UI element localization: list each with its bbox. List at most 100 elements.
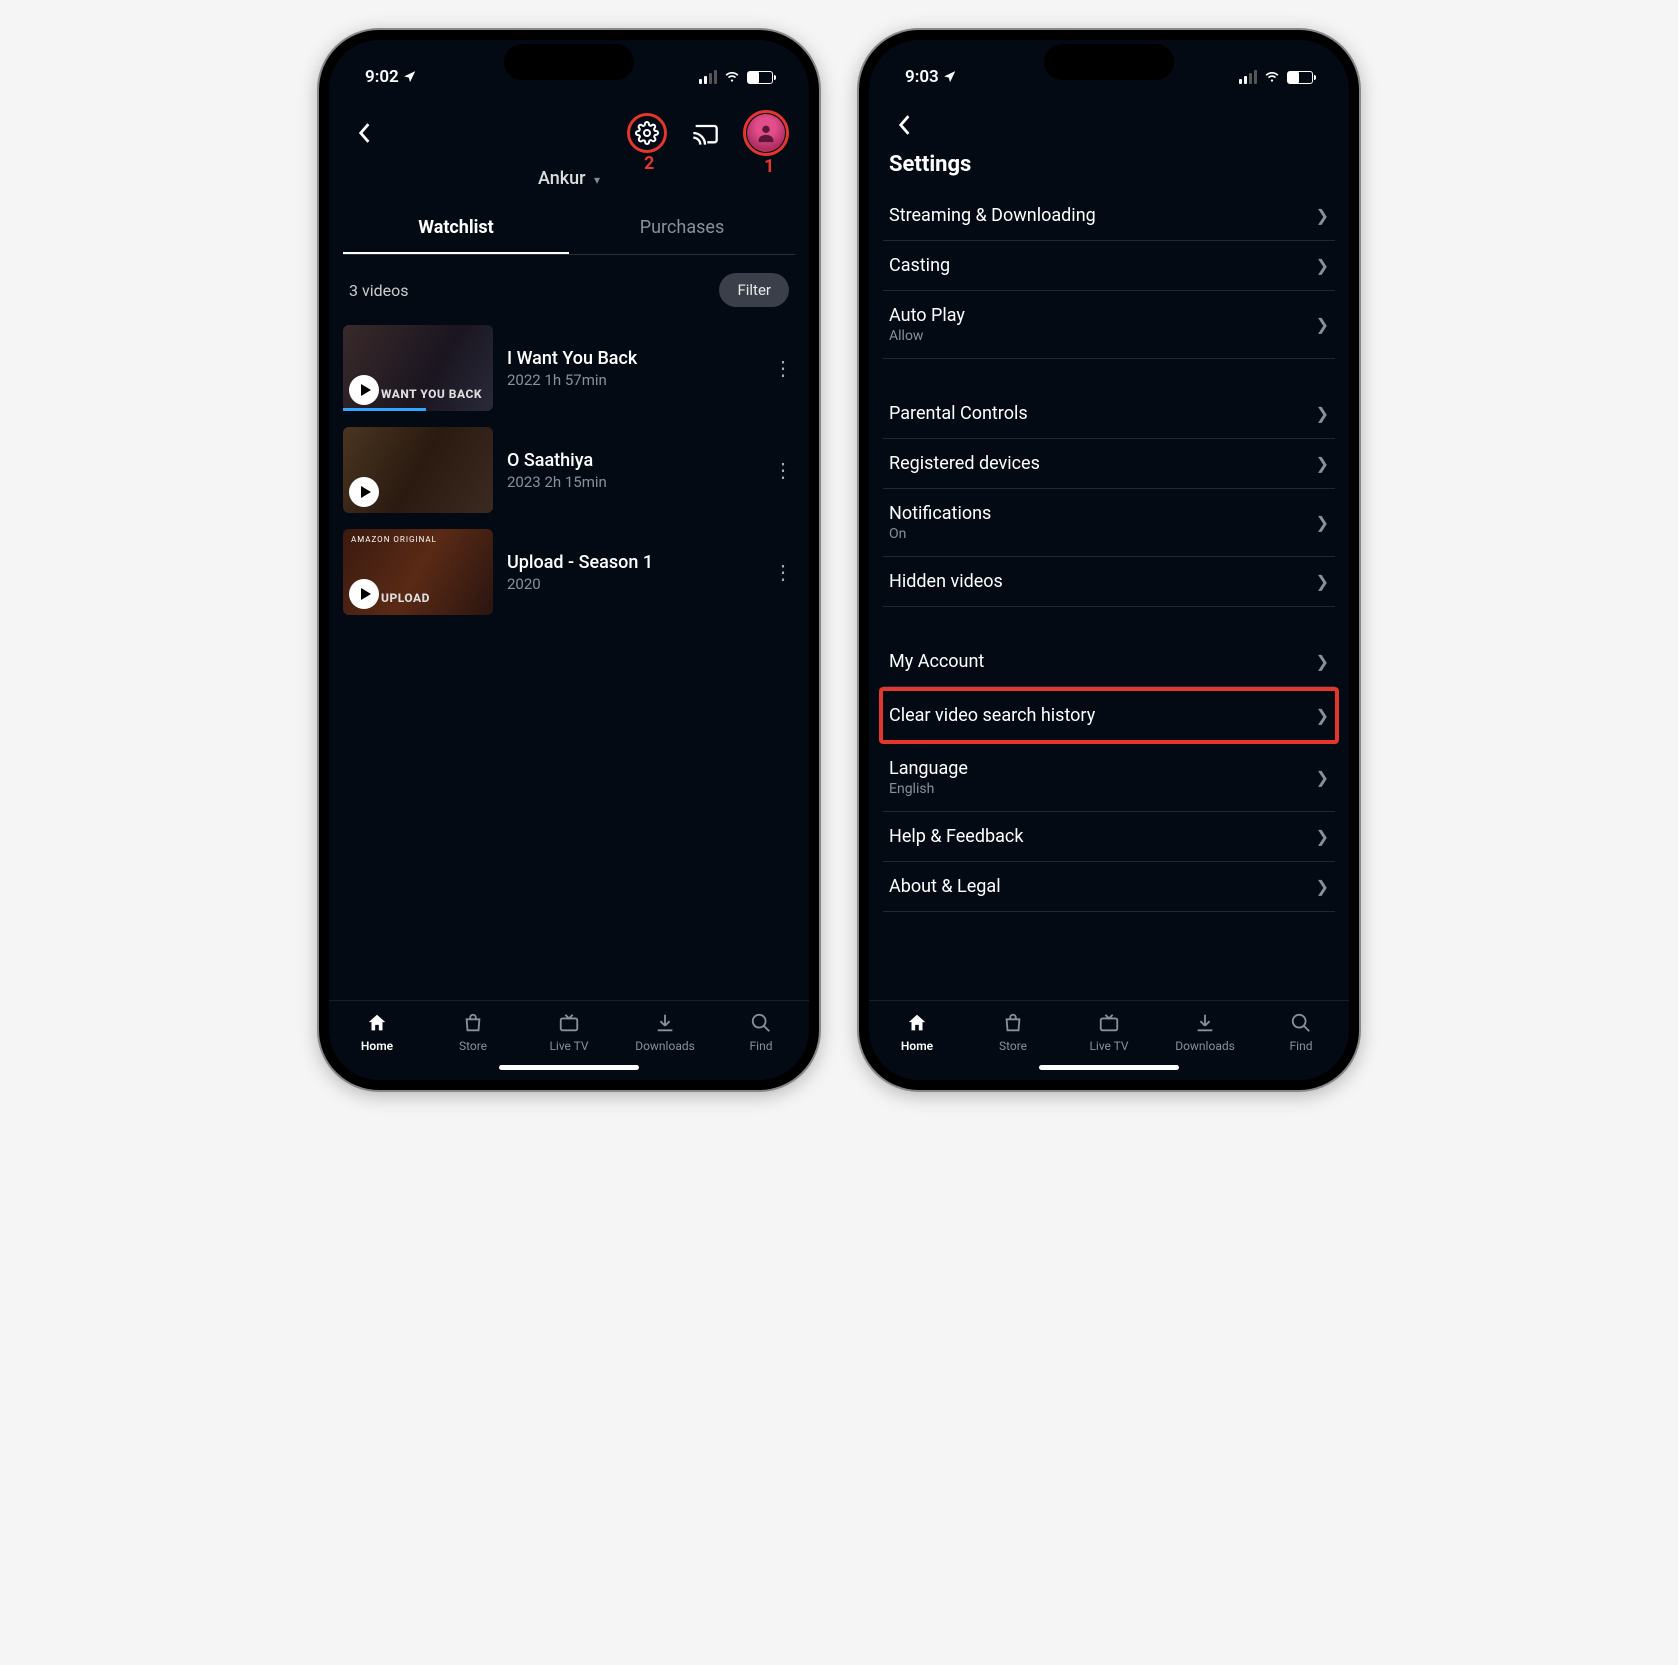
- chevron-down-icon: ▾: [594, 173, 600, 187]
- setting-label: Notifications: [889, 503, 991, 524]
- profile-avatar-button[interactable]: 1: [743, 110, 789, 156]
- tab-label: Find: [1290, 1039, 1313, 1053]
- setting-registered-devices[interactable]: Registered devices ❯: [883, 439, 1335, 489]
- video-title: I Want You Back: [507, 348, 757, 369]
- setting-clear-search-history[interactable]: Clear video search history ❯: [883, 691, 1335, 740]
- search-icon: [1289, 1011, 1313, 1035]
- play-icon[interactable]: [349, 477, 379, 507]
- video-meta: 2023 2h 15min: [507, 473, 757, 491]
- chevron-right-icon: ❯: [1316, 768, 1329, 787]
- status-time: 9:03: [905, 67, 939, 87]
- tab-label: Live TV: [549, 1039, 588, 1053]
- setting-value: English: [889, 781, 968, 797]
- setting-autoplay[interactable]: Auto Play Allow ❯: [883, 291, 1335, 359]
- setting-parental-controls[interactable]: Parental Controls ❯: [883, 389, 1335, 439]
- setting-value: Allow: [889, 328, 965, 344]
- bottom-tab-bar: Home Store Live TV Downloads Find: [869, 1000, 1349, 1059]
- video-title: Upload - Season 1: [507, 552, 757, 573]
- tab-store[interactable]: Store: [425, 1011, 521, 1053]
- chevron-right-icon: ❯: [1316, 706, 1329, 725]
- setting-hidden-videos[interactable]: Hidden videos ❯: [883, 557, 1335, 607]
- more-options-button[interactable]: ⋮: [771, 356, 795, 380]
- home-icon: [905, 1011, 929, 1035]
- tab-label: Live TV: [1089, 1039, 1128, 1053]
- home-indicator[interactable]: [499, 1065, 639, 1070]
- video-item[interactable]: WANT YOU BACK I Want You Back 2022 1h 57…: [329, 317, 809, 419]
- tab-find[interactable]: Find: [1253, 1011, 1349, 1053]
- tab-home[interactable]: Home: [329, 1011, 425, 1053]
- setting-label: Registered devices: [889, 453, 1040, 474]
- filter-button[interactable]: Filter: [719, 273, 789, 307]
- list-header: 3 videos Filter: [329, 255, 809, 317]
- back-button[interactable]: [889, 110, 919, 140]
- video-thumbnail[interactable]: WANT YOU BACK: [343, 325, 493, 411]
- video-item[interactable]: AMAZON ORIGINAL UPLOAD Upload - Season 1…: [329, 521, 809, 623]
- back-button[interactable]: [349, 118, 379, 148]
- video-item[interactable]: O Saathiya 2023 2h 15min ⋮: [329, 419, 809, 521]
- phone-left: 9:02 2: [319, 30, 819, 1090]
- search-icon: [749, 1011, 773, 1035]
- tab-label: Store: [459, 1039, 487, 1053]
- tab-livetv[interactable]: Live TV: [521, 1011, 617, 1053]
- library-tabs: Watchlist Purchases: [343, 203, 795, 255]
- setting-label: Hidden videos: [889, 571, 1003, 592]
- tab-livetv[interactable]: Live TV: [1061, 1011, 1157, 1053]
- setting-language[interactable]: Language English ❯: [883, 744, 1335, 812]
- chevron-right-icon: ❯: [1316, 827, 1329, 846]
- tab-purchases[interactable]: Purchases: [569, 203, 795, 254]
- chevron-right-icon: ❯: [1316, 256, 1329, 275]
- tab-label: Downloads: [1175, 1039, 1235, 1053]
- more-options-button[interactable]: ⋮: [771, 560, 795, 584]
- cellular-icon: [699, 70, 717, 84]
- setting-casting[interactable]: Casting ❯: [883, 241, 1335, 291]
- app-header: [869, 96, 1349, 148]
- annotation-2: 2: [644, 153, 654, 174]
- annotation-1: 1: [764, 156, 774, 177]
- setting-streaming-downloading[interactable]: Streaming & Downloading ❯: [883, 191, 1335, 241]
- setting-about-legal[interactable]: About & Legal ❯: [883, 862, 1335, 912]
- tab-store[interactable]: Store: [965, 1011, 1061, 1053]
- video-meta: 2022 1h 57min: [507, 371, 757, 389]
- home-indicator[interactable]: [1039, 1065, 1179, 1070]
- setting-value: On: [889, 526, 991, 542]
- tab-label: Home: [361, 1039, 393, 1053]
- tab-label: Find: [750, 1039, 773, 1053]
- play-icon[interactable]: [349, 579, 379, 609]
- tab-home[interactable]: Home: [869, 1011, 965, 1053]
- home-icon: [365, 1011, 389, 1035]
- location-icon: [403, 70, 417, 84]
- chevron-right-icon: ❯: [1316, 652, 1329, 671]
- phone-right: 9:03 Settings Streaming & Downloading: [859, 30, 1359, 1090]
- setting-my-account[interactable]: My Account ❯: [883, 637, 1335, 687]
- setting-label: Casting: [889, 255, 950, 276]
- page-title: Settings: [869, 148, 1349, 191]
- dynamic-island: [504, 44, 634, 80]
- settings-button[interactable]: 2: [627, 113, 667, 153]
- chevron-right-icon: ❯: [1316, 572, 1329, 591]
- bag-icon: [1001, 1011, 1025, 1035]
- setting-label: Help & Feedback: [889, 826, 1023, 847]
- cast-button[interactable]: [685, 113, 725, 153]
- cellular-icon: [1239, 70, 1257, 84]
- tv-icon: [1097, 1011, 1121, 1035]
- tab-downloads[interactable]: Downloads: [1157, 1011, 1253, 1053]
- video-thumbnail[interactable]: [343, 427, 493, 513]
- tab-downloads[interactable]: Downloads: [617, 1011, 713, 1053]
- bag-icon: [461, 1011, 485, 1035]
- avatar-icon: [747, 114, 785, 152]
- bottom-tab-bar: Home Store Live TV Downloads Find: [329, 1000, 809, 1059]
- battery-icon: [1287, 71, 1313, 84]
- play-icon[interactable]: [349, 375, 379, 405]
- setting-notifications[interactable]: Notifications On ❯: [883, 489, 1335, 557]
- tab-watchlist[interactable]: Watchlist: [343, 203, 569, 254]
- more-options-button[interactable]: ⋮: [771, 458, 795, 482]
- video-thumbnail[interactable]: AMAZON ORIGINAL UPLOAD: [343, 529, 493, 615]
- setting-help-feedback[interactable]: Help & Feedback ❯: [883, 812, 1335, 862]
- setting-label: About & Legal: [889, 876, 1001, 897]
- chevron-right-icon: ❯: [1316, 454, 1329, 473]
- profile-selector[interactable]: Ankur ▾: [329, 164, 809, 203]
- tab-find[interactable]: Find: [713, 1011, 809, 1053]
- video-title: O Saathiya: [507, 450, 757, 471]
- tab-label: Store: [999, 1039, 1027, 1053]
- video-meta: 2020: [507, 575, 757, 593]
